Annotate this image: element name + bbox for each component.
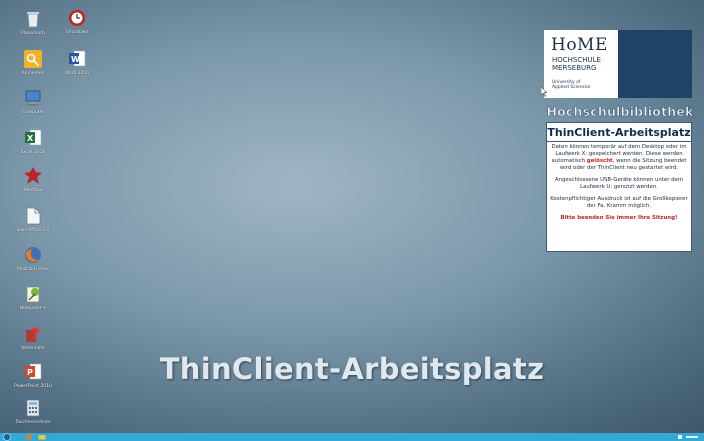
university-logo: HoME HOCHSCHULE MERSEBURG University of … xyxy=(544,30,692,98)
icon-label: Notepad++ xyxy=(19,306,47,311)
desktop-banner: ThinClient-Arbeitsplatz xyxy=(159,352,545,386)
library-heading: Hochschulbibliothek xyxy=(546,104,694,120)
computer-icon xyxy=(23,88,43,108)
calculator-icon xyxy=(23,398,43,418)
panel-title: ThinClient-Arbeitsplatz xyxy=(547,123,691,142)
taskbar-explorer-icon[interactable] xyxy=(38,434,46,440)
panel-warning: Bitte beenden Sie immer Ihre Sitzung! xyxy=(560,215,678,221)
icon-label: Shutdown xyxy=(65,30,89,35)
help-icon: ? xyxy=(23,324,43,344)
recycle-bin-icon xyxy=(23,9,43,29)
desktop-icon-wortbox[interactable]: Wortbox xyxy=(11,166,55,193)
icon-label: Taschenrechner xyxy=(15,420,51,425)
svg-text:X: X xyxy=(27,134,34,143)
icon-label: Mozilla Firefox xyxy=(17,267,49,272)
info-panel: ThinClient-Arbeitsplatz Daten können tem… xyxy=(546,122,692,252)
firefox-icon xyxy=(23,245,43,265)
panel-body: Daten können temporär auf dem Desktop od… xyxy=(547,142,691,222)
icon-label: Papierkorb xyxy=(21,31,45,36)
panel-paragraph-storage: Daten können temporär auf dem Desktop od… xyxy=(551,144,687,171)
desktop-icon-firefox[interactable]: Mozilla Firefox xyxy=(11,245,55,272)
icon-label: Word 2010 xyxy=(64,71,90,76)
icon-label: Computer xyxy=(21,110,45,115)
logo-subtitle: University of Applied Sciences xyxy=(552,80,591,90)
desktop-icon-notepadpp[interactable]: Notepad++ xyxy=(11,284,55,311)
taskbar-firefox-icon[interactable] xyxy=(25,434,33,440)
desktop-icon-shutdown[interactable]: Shutdown xyxy=(55,8,99,35)
desktop-icon-computer[interactable]: Computer xyxy=(11,88,55,115)
panel-paragraph-print: Kostenpflichtiger Ausdruck ist auf die G… xyxy=(550,196,688,209)
libreoffice-icon xyxy=(23,206,43,226)
taskbar xyxy=(0,433,704,441)
icon-label: Excel 2010 xyxy=(20,150,46,155)
desktop-icon-excel[interactable]: X Excel 2010 xyxy=(11,128,55,155)
icon-label: Notenhilfe xyxy=(21,346,45,351)
logo-color-block xyxy=(618,30,692,98)
start-button-icon[interactable] xyxy=(2,433,12,441)
logo-name: HOCHSCHULE MERSEBURG xyxy=(552,56,601,72)
icon-label: LibreOffice 5.0 xyxy=(16,228,50,233)
icon-label: Anmelden xyxy=(21,71,45,76)
key-icon xyxy=(23,49,43,69)
desktop-icon-libreoffice[interactable]: LibreOffice 5.0 xyxy=(11,206,55,233)
desktop-icon-anmelden[interactable]: Anmelden xyxy=(11,49,55,76)
excel-icon: X xyxy=(23,128,43,148)
desktop-icon-notenhilfe[interactable]: ? Notenhilfe xyxy=(11,324,55,351)
notepadpp-icon xyxy=(23,284,43,304)
desktop-icon-calculator[interactable]: Taschenrechner xyxy=(11,398,55,425)
desktop-icon-recycle-bin[interactable]: Papierkorb xyxy=(11,9,55,36)
logo-wordmark: HoME xyxy=(551,35,608,55)
desktop-icon-word[interactable]: W Word 2010 xyxy=(55,49,99,76)
wortbox-icon xyxy=(23,166,43,186)
svg-text:?: ? xyxy=(31,324,40,343)
panel-paragraph-usb: Angeschlossene USB-Geräte können unter d… xyxy=(554,177,684,190)
svg-text:W: W xyxy=(71,55,80,64)
word-icon: W xyxy=(67,49,87,69)
cursor-icon xyxy=(541,87,548,97)
shutdown-clock-icon xyxy=(67,8,87,28)
tray-icon[interactable] xyxy=(678,434,700,440)
icon-label: Wortbox xyxy=(23,188,43,193)
